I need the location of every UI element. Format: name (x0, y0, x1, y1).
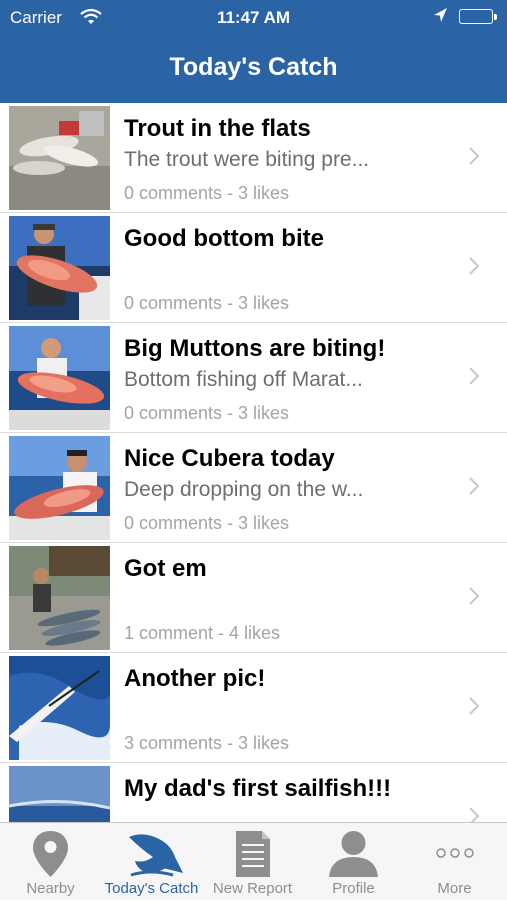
list-item[interactable]: Trout in the flats The trout were biting… (0, 103, 507, 213)
document-icon (236, 831, 270, 877)
fish-icon (129, 834, 183, 877)
post-title: Trout in the flats (124, 115, 311, 142)
catch-list[interactable]: Trout in the flats The trout were biting… (0, 103, 507, 822)
status-bar: Carrier 11:47 AM (0, 0, 507, 36)
post-preview: Bottom fishing off Marat... (124, 368, 363, 391)
post-stats: 1 comment - 4 likes (124, 623, 281, 643)
tab-label: Today's Catch (104, 880, 199, 897)
post-stats: 0 comments - 3 likes (124, 513, 290, 533)
chevron-right-icon (469, 587, 480, 605)
post-stats: 0 comments - 3 likes (124, 183, 290, 203)
tab-bar: Nearby Today's Catch New Report Profile (0, 822, 507, 900)
person-icon (329, 831, 378, 877)
chevron-right-icon (469, 367, 480, 385)
navigation-header: Carrier 11:47 AM Today's Catch (0, 0, 507, 103)
chevron-right-icon (469, 257, 480, 275)
post-title: Got em (124, 555, 207, 582)
tab-label: More (437, 880, 472, 897)
battery-cap (494, 14, 497, 20)
list-item[interactable]: Nice Cubera today Deep dropping on the w… (0, 433, 507, 543)
list-item[interactable]: Another pic! 3 comments - 3 likes (0, 653, 507, 763)
map-pin-icon (33, 831, 68, 877)
post-thumbnail (9, 656, 110, 760)
chevron-right-icon (469, 697, 480, 715)
tab-todays-catch[interactable]: Today's Catch (101, 823, 202, 901)
page-title: Today's Catch (169, 53, 338, 81)
post-title: Nice Cubera today (124, 445, 335, 472)
post-stats: 0 comments - 3 likes (124, 293, 290, 313)
post-title: My dad's first sailfish!!! (124, 775, 392, 802)
post-title: Good bottom bite (124, 225, 324, 252)
clock: 11:47 AM (216, 8, 291, 27)
list-item[interactable]: Big Muttons are biting! Bottom fishing o… (0, 323, 507, 433)
tab-more[interactable]: More (404, 823, 505, 901)
location-arrow-icon (432, 6, 448, 29)
post-thumbnail (9, 766, 110, 822)
list-item[interactable]: My dad's first sailfish!!! (0, 763, 507, 822)
post-thumbnail (9, 216, 110, 320)
tab-label: Profile (332, 880, 375, 897)
chevron-right-icon (469, 147, 480, 165)
tab-nearby[interactable]: Nearby (0, 823, 101, 901)
list-item[interactable]: Got em 1 comment - 4 likes (0, 543, 507, 653)
post-thumbnail (9, 326, 110, 430)
post-title: Another pic! (124, 665, 266, 692)
tab-profile[interactable]: Profile (303, 823, 404, 901)
tab-label: Nearby (26, 880, 75, 897)
post-thumbnail (9, 546, 110, 650)
post-thumbnail (9, 436, 110, 540)
more-dots-icon (436, 848, 474, 858)
post-thumbnail (9, 106, 110, 210)
post-stats: 3 comments - 3 likes (124, 733, 290, 753)
tab-label: New Report (212, 880, 293, 897)
chevron-right-icon (469, 477, 480, 495)
post-preview: The trout were biting pre... (124, 148, 370, 171)
battery-icon (459, 9, 493, 24)
post-stats: 0 comments - 3 likes (124, 403, 290, 423)
chevron-right-icon (469, 807, 480, 822)
post-preview: Deep dropping on the w... (124, 478, 364, 501)
tab-new-report[interactable]: New Report (202, 823, 303, 901)
post-title: Big Muttons are biting! (124, 335, 386, 362)
list-item[interactable]: Good bottom bite 0 comments - 3 likes (0, 213, 507, 323)
